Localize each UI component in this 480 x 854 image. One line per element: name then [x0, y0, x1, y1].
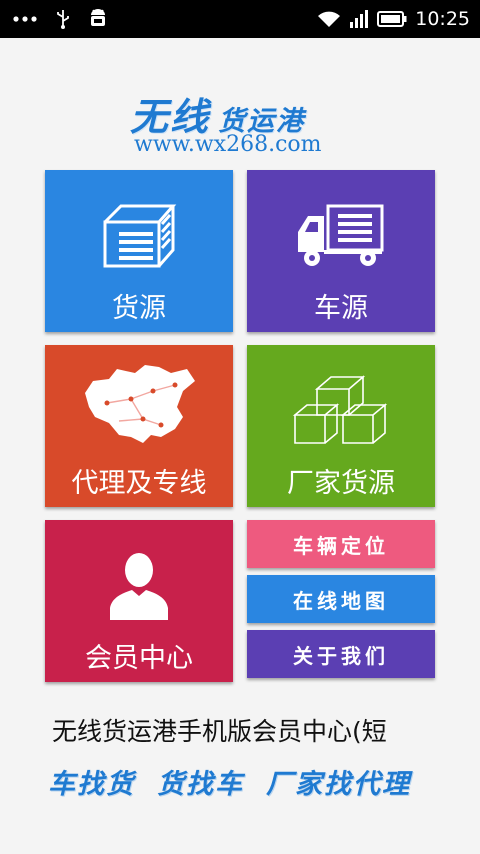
- logo-url: www.wx268.com: [134, 132, 322, 157]
- more-dots-icon: [13, 16, 37, 22]
- slogan-item: 车找货: [48, 769, 135, 800]
- member-label: 会员中心: [85, 643, 193, 674]
- android-debug-icon: [91, 9, 105, 26]
- agent-tile[interactable]: 代理及专线: [45, 345, 233, 507]
- slogan-item: 货找车: [157, 769, 244, 800]
- goods-label: 货源: [112, 293, 166, 324]
- status-bar: 10:25: [0, 0, 480, 38]
- user-silhouette-icon: [110, 553, 168, 620]
- trucks-tile[interactable]: 车源: [247, 170, 435, 332]
- slogan: 车找货 货找车 厂家找代理: [48, 762, 448, 802]
- signal-icon: [350, 10, 369, 28]
- marquee-text: 无线货运港手机版会员中心(短: [52, 717, 387, 746]
- battery-icon: [377, 11, 407, 27]
- usb-icon: [57, 10, 69, 29]
- boxes-icon: [292, 375, 388, 444]
- online-map-button[interactable]: 在线地图: [247, 575, 435, 623]
- wifi-icon: [318, 11, 341, 27]
- app-logo: 无线 货运港 www.wx268.com: [130, 86, 360, 162]
- agent-label: 代理及专线: [71, 468, 207, 499]
- app-screen: 无线 货运港 www.wx268.com 货源 车源 代理及专线 厂家货源 会员…: [0, 38, 480, 854]
- about-us-button[interactable]: 关于我们: [247, 630, 435, 678]
- cargo-box-icon: [103, 204, 177, 268]
- factory-tile[interactable]: 厂家货源: [247, 345, 435, 507]
- member-tile[interactable]: 会员中心: [45, 520, 233, 682]
- vehicle-location-button[interactable]: 车辆定位: [247, 520, 435, 568]
- truck-icon: [298, 204, 384, 266]
- trucks-label: 车源: [314, 293, 368, 324]
- status-bar-left: [12, 0, 108, 38]
- china-map-icon: [85, 365, 195, 443]
- slogan-item: 厂家找代理: [266, 769, 411, 800]
- status-bar-right: 10:25: [317, 0, 470, 38]
- factory-label: 厂家货源: [287, 468, 395, 499]
- goods-tile[interactable]: 货源: [45, 170, 233, 332]
- news-marquee[interactable]: 无线货运港手机版会员中心(短: [52, 712, 428, 752]
- status-time: 10:25: [415, 8, 470, 30]
